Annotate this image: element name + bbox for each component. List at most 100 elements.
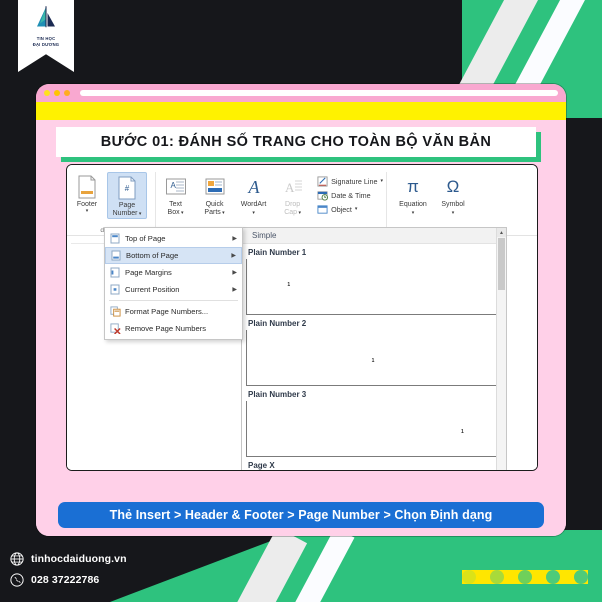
menu-label-current-position: Current Position (125, 285, 180, 294)
gallery-item-1-preview: 1 (246, 259, 500, 315)
ribbon-group-symbols: π Equation ▾ Ω Symbol ▾ (387, 169, 479, 235)
gallery-item-2-number: 1 (371, 357, 375, 364)
phone-icon (10, 573, 24, 587)
page-number-caret-icon[interactable]: ▾ (138, 211, 142, 217)
instruction-caption-text: Thẻ Insert > Header & Footer > Page Numb… (109, 508, 493, 522)
drop-cap-label-l1: Drop (285, 201, 301, 208)
date-time-item[interactable]: Date & Time (317, 190, 383, 201)
gallery-item-3-number: 1 (460, 428, 464, 435)
equation-label-l1: Equation (399, 201, 427, 208)
date-time-label: Date & Time (331, 191, 371, 200)
ribbon-group-text: A Text Box ▾ Quick Parts ▾ A WordArt ▾ A… (156, 169, 386, 235)
gallery-scroll-up-icon[interactable]: ▲ (497, 228, 506, 237)
text-box-caret-icon[interactable]: ▾ (180, 210, 184, 216)
decorative-dot-5 (574, 570, 588, 584)
quick-parts-button[interactable]: Quick Parts ▾ (195, 172, 234, 217)
format-page-numbers-icon (108, 306, 122, 317)
svg-text:#: # (125, 184, 130, 193)
gallery-item-2-preview: 1 (246, 330, 500, 386)
submenu-arrow-top-of-page: ▶ (232, 236, 237, 242)
gallery-item-page-x-title[interactable]: Page X (248, 461, 500, 470)
footer-phone-row[interactable]: 028 37222786 (10, 573, 270, 587)
decorative-dot-3 (518, 570, 532, 584)
omega-icon: Ω (446, 177, 460, 196)
window-dot-orange[interactable] (64, 90, 70, 96)
gallery-section-header: Simple (242, 228, 506, 244)
page-number-button[interactable]: # Page Number ▾ (107, 172, 147, 220)
menu-label-page-margins: Page Margins (125, 268, 172, 277)
signature-line-item[interactable]: Signature Line ▾ (317, 176, 383, 187)
pi-icon: π (407, 177, 419, 196)
instruction-caption: Thẻ Insert > Header & Footer > Page Numb… (58, 502, 544, 528)
symbol-label: Symbol ▾ (441, 201, 464, 217)
decorative-dot-1 (462, 570, 476, 584)
menu-item-bottom-of-page[interactable]: Bottom of Page ▶ (105, 247, 242, 264)
browser-window: BƯỚC 01: ĐÁNH SỐ TRANG CHO TOÀN BỘ VĂN B… (36, 84, 566, 536)
footer-contact: tinhocdaiduong.vn 028 37222786 (10, 552, 270, 594)
menu-item-format-page-numbers[interactable]: Format Page Numbers... (105, 303, 242, 320)
signature-line-caret-icon[interactable]: ▾ (380, 179, 383, 184)
quick-parts-label: Quick Parts ▾ (204, 201, 224, 217)
gallery-scroll-thumb[interactable] (498, 238, 505, 290)
text-box-icon: A (165, 174, 187, 200)
gallery-item-3-preview: 1 (246, 401, 500, 457)
equation-button[interactable]: π Equation ▾ (393, 172, 433, 217)
window-dot-amber[interactable] (54, 90, 60, 96)
footer-caret-icon[interactable]: ▾ (86, 209, 89, 214)
footer-button[interactable]: Footer ▾ (67, 172, 107, 214)
text-box-button[interactable]: A Text Box ▾ (156, 172, 195, 217)
page-number-label-line1: Page (118, 202, 136, 209)
wordart-caret-icon[interactable]: ▾ (252, 210, 255, 216)
drop-cap-button[interactable]: A Drop Cap ▾ (273, 172, 312, 217)
gallery-item-plain-number-2[interactable]: Plain Number 2 1 (246, 319, 500, 386)
menu-label-top-of-page: Top of Page (125, 234, 166, 243)
page-number-icon: # (117, 175, 137, 201)
gallery-item-plain-number-3[interactable]: Plain Number 3 1 (246, 390, 500, 457)
gallery-header-label: Simple (252, 231, 277, 240)
equation-caret-icon[interactable]: ▾ (412, 210, 415, 216)
gallery-item-3-title: Plain Number 3 (248, 390, 307, 399)
menu-item-current-position[interactable]: Current Position ▶ (105, 281, 242, 298)
quick-parts-label-l1: Quick (205, 201, 224, 208)
svg-text:A: A (285, 180, 295, 195)
symbol-caret-icon[interactable]: ▾ (452, 210, 455, 216)
browser-content: BƯỚC 01: ĐÁNH SỐ TRANG CHO TOÀN BỘ VĂN B… (36, 120, 566, 536)
page-number-label-line2: Number (112, 210, 138, 218)
menu-item-top-of-page[interactable]: Top of Page ▶ (105, 230, 242, 247)
gallery-scrollbar[interactable]: ▲ (496, 228, 506, 470)
menu-item-remove-page-numbers[interactable]: Remove Page Numbers (105, 320, 242, 337)
symbol-label-l1: Symbol (441, 201, 465, 208)
step-title-plate: BƯỚC 01: ĐÁNH SỐ TRANG CHO TOÀN BỘ VĂN B… (56, 127, 536, 157)
page-title: BƯỚC 01: ĐÁNH SỐ TRANG CHO TOÀN BỘ VĂN B… (100, 134, 492, 150)
yellow-accent-band (36, 102, 566, 120)
window-dot-yellow[interactable] (44, 90, 50, 96)
page-number-menu: Top of Page ▶ Bottom of Page ▶ Page Marg… (104, 227, 243, 340)
object-caret-icon[interactable]: ▾ (355, 207, 358, 212)
quick-parts-caret-icon[interactable]: ▾ (221, 210, 225, 216)
footer-phone-text: 028 37222786 (31, 574, 100, 586)
object-icon (317, 205, 328, 214)
drop-cap-label: Drop Cap ▾ (284, 201, 301, 217)
wordart-icon: A (243, 174, 265, 200)
text-box-label-l2: Box (167, 209, 180, 217)
gallery-item-plain-number-1[interactable]: Plain Number 1 1 (246, 248, 500, 315)
wordart-button[interactable]: A WordArt ▾ (234, 172, 273, 217)
decorative-dot-2 (490, 570, 504, 584)
menu-separator (109, 300, 238, 301)
text-box-label-l1: Text (169, 201, 182, 208)
gallery-item-1-number: 1 (287, 282, 291, 289)
menu-item-page-margins[interactable]: Page Margins ▶ (105, 264, 242, 281)
submenu-arrow-bottom-of-page: ▶ (231, 253, 236, 259)
footer-page-icon (77, 174, 97, 200)
decorative-dot-4 (546, 570, 560, 584)
menu-label-bottom-of-page: Bottom of Page (126, 251, 179, 260)
quick-parts-label-l2: Parts (204, 209, 221, 217)
address-bar[interactable] (80, 90, 558, 96)
menu-label-format-page-numbers: Format Page Numbers... (125, 307, 209, 316)
symbol-button[interactable]: Ω Symbol ▾ (433, 172, 473, 217)
footer-website-row[interactable]: tinhocdaiduong.vn (10, 552, 270, 566)
browser-titlebar (36, 84, 566, 102)
signature-line-icon (317, 176, 328, 187)
object-item[interactable]: Object ▾ (317, 204, 383, 215)
gallery-item-2-title: Plain Number 2 (248, 319, 307, 328)
